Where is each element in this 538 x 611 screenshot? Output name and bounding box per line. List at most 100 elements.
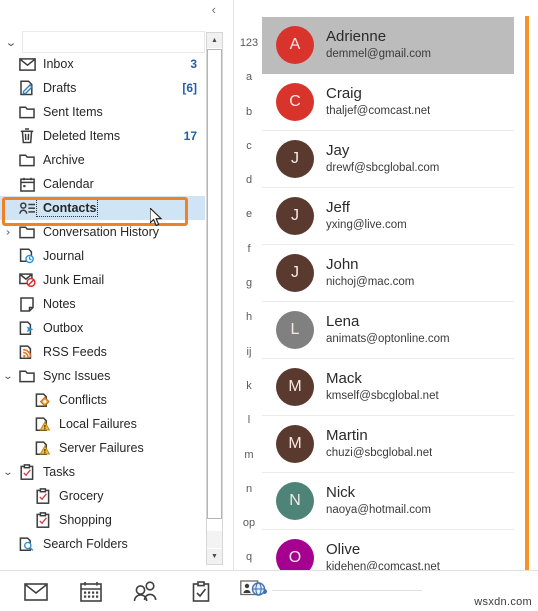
folder-item-shopping[interactable]: Shopping [0,508,205,532]
contact-row[interactable]: C Craig thaljef@comcast.net [262,74,514,131]
contact-row[interactable]: N Nick naoya@hotmail.com [262,473,514,530]
folder-list: Inbox 3 Drafts [6] Sent Items Deleted Items 17… [0,52,205,556]
folder-item-label: Drafts [43,81,77,95]
folder-item-calendar[interactable]: Calendar [0,172,205,196]
scroll-down-icon[interactable]: ▼ [207,549,222,564]
folder-item-deleted-items[interactable]: Deleted Items 17 [0,124,205,148]
notes-icon [16,296,38,312]
avatar: L [276,311,314,349]
contact-meta: Craig thaljef@comcast.net [314,85,430,119]
tasks-icon [192,581,209,602]
alpha-index-c[interactable]: c [236,129,262,163]
contact-meta: Jay drewf@sbcglobal.com [314,142,439,176]
contact-name: Olive [326,541,361,558]
address-book-icon[interactable] [240,580,268,600]
scrollbar-thumb[interactable] [207,49,222,519]
folder-item-notes[interactable]: Notes [0,292,205,316]
alpha-index-e[interactable]: e [236,197,262,231]
folder-item-archive[interactable]: Archive [0,148,205,172]
folder-item-tasks[interactable]: ⌄ Tasks [0,460,205,484]
folder-item-outbox[interactable]: Outbox [0,316,205,340]
rss-icon [16,344,38,360]
folder-item-grocery[interactable]: Grocery [0,484,205,508]
folder-pane-scrollbar[interactable]: ▲ ▼ [206,32,223,565]
folder-item-junk-email[interactable]: Junk Email [0,268,205,292]
folder-item-label: Contacts [35,199,99,217]
avatar: C [276,83,314,121]
folder-item-journal[interactable]: Journal [0,244,205,268]
alphabet-index: 123abcdefghijklmnopqrstuvwxyz [236,0,262,598]
contact-row[interactable]: J Jeff yxing@live.com [262,188,514,245]
contact-row[interactable]: J John nichoj@mac.com [262,245,514,302]
contact-email: chuzi@sbcglobal.net [326,447,433,459]
alpha-index-l[interactable]: l [236,403,262,437]
nav-calendar-button[interactable] [63,572,118,611]
folder-item-conversation-history[interactable]: › Conversation History [0,220,205,244]
chevron-right-icon[interactable]: › [0,227,18,238]
folder-item-server-failures[interactable]: Server Failures [0,436,205,460]
folder-item-drafts[interactable]: Drafts [6] [0,76,205,100]
nav-mail-button[interactable] [8,572,63,611]
scrollbar-track[interactable] [207,531,222,548]
alpha-index-h[interactable]: h [236,300,262,334]
alpha-index-f[interactable]: f [236,232,262,266]
contact-row[interactable]: O Olive kidehen@comcast.net [262,530,514,570]
chevron-down-icon[interactable]: ⌄ [0,467,18,478]
contact-name: Mack [326,370,362,387]
folder-item-search-folders[interactable]: Search Folders [0,532,205,556]
folder-item-contacts[interactable]: Contacts [0,196,205,220]
contact-meta: Lena animats@optonline.com [314,313,450,347]
contact-row[interactable]: L Lena animats@optonline.com [262,302,514,359]
contact-meta: Olive kidehen@comcast.net [314,541,440,570]
alpha-index-op[interactable]: op [236,506,262,540]
contact-row[interactable]: M Mack kmself@sbcglobal.net [262,359,514,416]
scroll-up-icon[interactable]: ▲ [207,33,222,48]
alpha-index-m[interactable]: m [236,438,262,472]
chevron-down-icon[interactable]: ⌄ [0,371,18,382]
folder-item-inbox[interactable]: Inbox 3 [0,52,205,76]
alpha-index-a[interactable]: a [236,60,262,94]
folder-item-label: Local Failures [59,417,137,431]
avatar: J [276,254,314,292]
contact-email: naoya@hotmail.com [326,504,431,516]
folder-item-label: Sync Issues [43,369,111,383]
account-row[interactable]: ⌄ [0,30,205,54]
chevron-down-icon[interactable]: ⌄ [0,36,26,49]
folder-item-label: Shopping [59,513,112,527]
conflicts-icon [32,392,54,408]
bottom-navigation-bar: wsxdn.com [0,570,538,611]
collapse-pane-icon[interactable]: ‹ [212,3,216,17]
contact-email: yxing@live.com [326,219,407,231]
alpha-index-ij[interactable]: ij [236,335,262,369]
contacts-icon [16,201,38,215]
folder-item-rss-feeds[interactable]: RSS Feeds [0,340,205,364]
alpha-index-g[interactable]: g [236,266,262,300]
alpha-index-d[interactable]: d [236,163,262,197]
folder-item-label: RSS Feeds [43,345,107,359]
contact-email: kmself@sbcglobal.net [326,390,439,402]
folder-item-label: Deleted Items [43,129,121,143]
alpha-index-n[interactable]: n [236,472,262,506]
nav-people-button[interactable] [118,572,173,611]
contact-row[interactable]: A Adrienne demmel@gmail.com [262,17,514,74]
trash-icon [16,128,38,144]
contact-row[interactable]: J Jay drewf@sbcglobal.com [262,131,514,188]
contact-row[interactable]: M Martin chuzi@sbcglobal.net [262,416,514,473]
search-folder-icon [16,536,38,552]
alpha-index-123[interactable]: 123 [236,26,262,60]
folder-item-conflicts[interactable]: Conflicts [0,388,205,412]
contact-meta: Nick naoya@hotmail.com [314,484,431,518]
account-name[interactable] [22,31,205,53]
folder-item-sent-items[interactable]: Sent Items [0,100,205,124]
folder-item-label: Conversation History [43,225,160,239]
folder-item-label: Journal [43,249,84,263]
outlook-window: ‹ ⌄ Inbox 3 Drafts [6] Sent Items Deleted Ite… [0,0,538,611]
folder-item-local-failures[interactable]: Local Failures [0,412,205,436]
outbox-icon [16,320,38,336]
folder-icon [16,225,38,239]
nav-tasks-button[interactable] [173,572,228,611]
alpha-index-b[interactable]: b [236,95,262,129]
warning-folder-icon [32,416,54,432]
folder-item-sync-issues[interactable]: ⌄ Sync Issues [0,364,205,388]
alpha-index-k[interactable]: k [236,369,262,403]
